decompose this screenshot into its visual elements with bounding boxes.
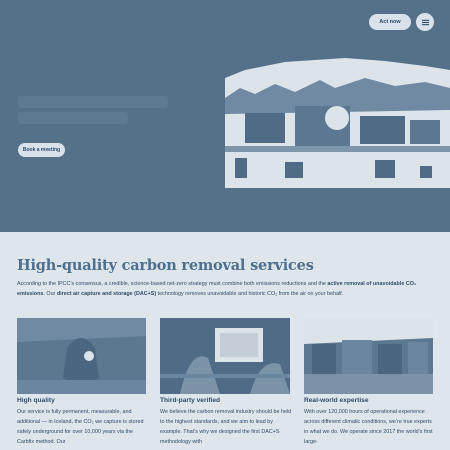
card-title-real-world-expertise: Real-world expertise <box>304 397 369 404</box>
hero-section: Act now Book a meeting <box>0 0 450 232</box>
menu-button[interactable] <box>416 13 434 31</box>
book-meeting-button[interactable]: Book a meeting <box>18 143 65 157</box>
real-world-expertise-image <box>304 318 433 394</box>
card-title-high-quality: High quality <box>17 397 55 404</box>
act-now-button[interactable]: Act now <box>369 14 411 30</box>
hamburger-menu-icon <box>421 19 429 25</box>
high-quality-image <box>17 318 146 394</box>
hero-facility-image <box>225 58 450 208</box>
services-title: High-quality carbon removal services <box>17 257 314 274</box>
hero-subheading-placeholder <box>18 112 128 124</box>
card-title-third-party-verified: Third-party verified <box>160 397 221 404</box>
hero-heading-placeholder <box>18 96 168 108</box>
services-intro: According to the IPCC’s consensus, a cre… <box>17 281 417 297</box>
card-text-high-quality: Our service is fully permanent, measurab… <box>17 409 144 445</box>
third-party-verified-image <box>160 318 290 394</box>
card-text-third-party-verified: We believe the carbon removal industry s… <box>160 409 292 445</box>
card-text-real-world-expertise: With over 120,000 hours of operational e… <box>304 409 433 445</box>
